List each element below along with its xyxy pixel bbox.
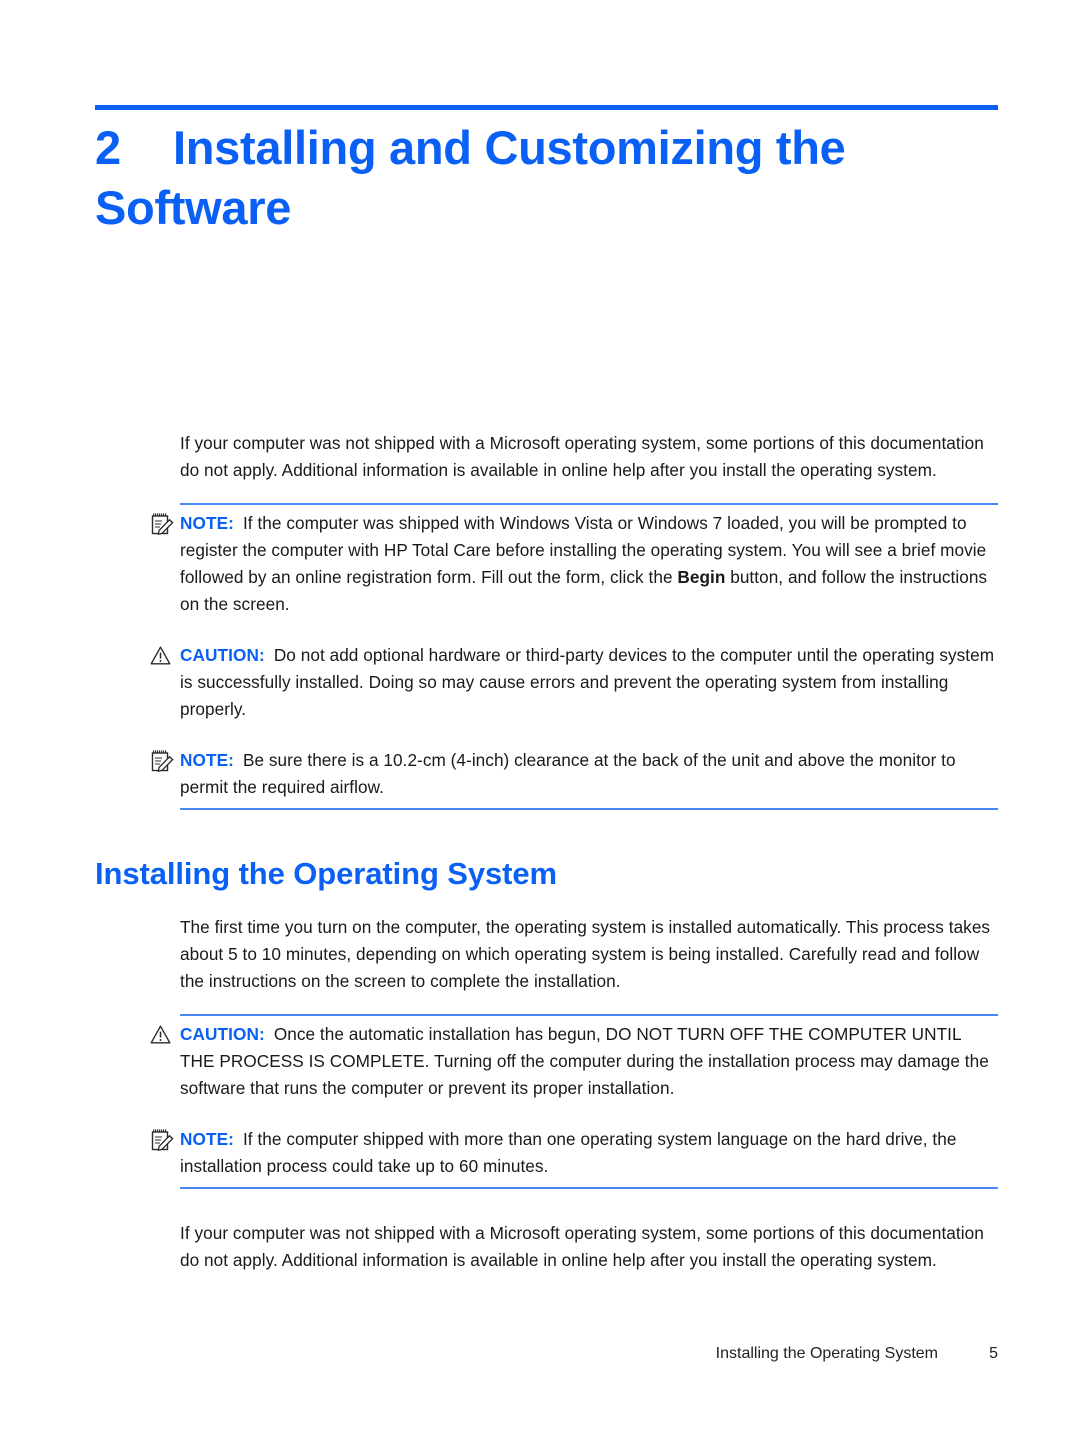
- note-icon: [150, 512, 176, 536]
- note-block-2: NOTE: Be sure there is a 10.2-cm (4-inch)…: [95, 747, 998, 810]
- footer-title: Installing the Operating System: [715, 1345, 938, 1362]
- caution-block-2: CAUTION: Once the automatic installation …: [95, 1013, 998, 1102]
- document-page: 2 Installing and Customizing the Software…: [0, 0, 1080, 1437]
- chapter-number: 2: [95, 121, 121, 174]
- page-footer: Installing the Operating System 5: [95, 1345, 998, 1363]
- caution-rule-top-2: [180, 1013, 998, 1016]
- footer-page-number: 5: [989, 1345, 998, 1362]
- page-content: If your computer was not shipped with a …: [95, 430, 998, 1274]
- caution-body-2: CAUTION: Once the automatic installation …: [180, 1021, 998, 1102]
- note-block-1: NOTE: If the computer was shipped with Wi…: [95, 503, 998, 618]
- note-label-2: NOTE:: [180, 750, 234, 770]
- note-block-3: NOTE: If the computer shipped with more t…: [95, 1126, 998, 1189]
- intro-paragraph: If your computer was not shipped with a …: [180, 433, 984, 480]
- note-rule-bottom-2: [180, 808, 998, 810]
- note-icon: [150, 1128, 176, 1152]
- note-body-1: NOTE: If the computer was shipped with Wi…: [180, 510, 998, 618]
- note-text-2: Be sure there is a 10.2-cm (4-inch) clea…: [180, 750, 956, 797]
- chapter-title-text: Installing and Customizing the Software: [95, 121, 846, 235]
- section-paragraph: The first time you turn on the computer,…: [180, 916, 991, 991]
- note-rule-top: [180, 503, 998, 505]
- caution-label-2: CAUTION:: [180, 1023, 265, 1044]
- caution-text-2: Once the automatic installation has begu…: [180, 1023, 989, 1098]
- note-icon: [150, 749, 176, 773]
- note-body-2: NOTE: Be sure there is a 10.2-cm (4-inch)…: [180, 747, 998, 801]
- note-bold-1: Begin: [677, 567, 726, 587]
- note-rule-bottom-3: [180, 1186, 998, 1189]
- note-label-1: NOTE:: [180, 513, 234, 533]
- section-heading: Installing the Operating System: [95, 856, 557, 891]
- note-label-3: NOTE:: [180, 1128, 234, 1149]
- note-body-3: NOTE: If the computer shipped with more t…: [180, 1126, 998, 1180]
- closing-spacer: [95, 1204, 998, 1220]
- caution-body-1: CAUTION: Do not add optional hardware or …: [180, 642, 998, 723]
- closing-paragraph: If your computer was not shipped with a …: [180, 1222, 984, 1270]
- chapter-title: 2 Installing and Customizing the Software: [95, 118, 975, 238]
- caution-text-1: Do not add optional hardware or third-pa…: [180, 645, 995, 719]
- caution-icon: [150, 644, 176, 668]
- caution-label-1: CAUTION:: [180, 645, 265, 665]
- caution-block-1: CAUTION: Do not add optional hardware or …: [95, 642, 998, 723]
- note-text-3: If the computer shipped with more than o…: [180, 1128, 957, 1176]
- caution-icon: [150, 1023, 176, 1047]
- chapter-rule: [95, 105, 998, 110]
